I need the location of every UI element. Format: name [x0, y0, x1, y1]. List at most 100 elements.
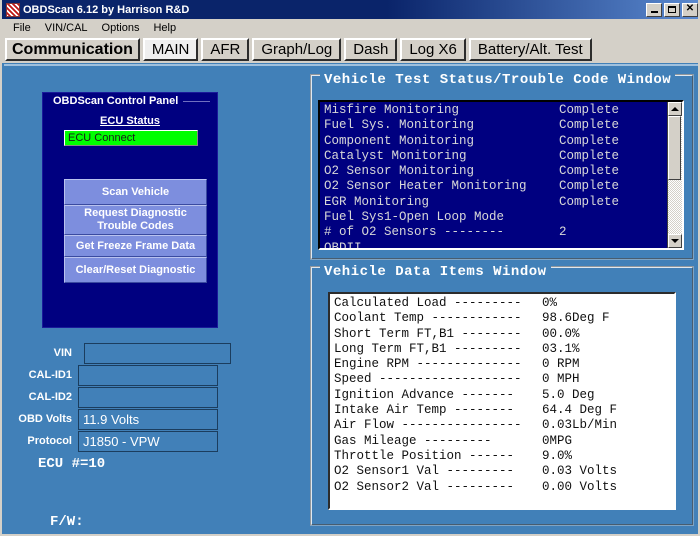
scroll-up-button[interactable]	[668, 102, 682, 116]
vehicle-data-row[interactable]: O2 Sensor2 Val ---------0.00 Volts	[334, 480, 674, 495]
vehicle-data-row[interactable]: O2 Sensor1 Val ---------0.03 Volts	[334, 464, 674, 479]
field-row-obd-volts: OBD Volts 11.9 Volts	[4, 408, 244, 430]
menu-bar: File VIN/CAL Options Help	[2, 19, 700, 36]
vehicle-data-row-value: 0.03Lb/Min	[542, 418, 617, 433]
minimize-icon	[651, 11, 658, 13]
trouble-code-row[interactable]: O2 Sensor MonitoringComplete	[324, 164, 667, 179]
vehicle-data-row-value: 0%	[542, 296, 557, 311]
trouble-code-row-value: 2	[559, 225, 567, 240]
vehicle-data-row-name: Speed -------------------	[334, 372, 542, 387]
application-window: OBDScan 6.12 by Harrison R&D ✕ File VIN/…	[0, 0, 700, 536]
cal-id2-input[interactable]	[78, 387, 218, 408]
trouble-code-row[interactable]: Fuel Sys. MonitoringComplete	[324, 118, 667, 133]
vehicle-data-row[interactable]: Calculated Load ---------0%	[334, 296, 674, 311]
obd-volts-value: 11.9 Volts	[78, 409, 218, 430]
trouble-code-row-name: # of O2 Sensors --------	[324, 225, 559, 240]
vehicle-data-row-value: 0 RPM	[542, 357, 580, 372]
tab-afr[interactable]: AFR	[201, 38, 249, 61]
vehicle-data-row-value: 5.0 Deg	[542, 388, 595, 403]
vehicle-data-row[interactable]: Gas Mileage ---------0MPG	[334, 434, 674, 449]
tab-main[interactable]: MAIN	[143, 38, 199, 61]
clear-reset-diagnostic-button[interactable]: Clear/Reset Diagnostic	[64, 257, 207, 283]
vin-input[interactable]	[84, 343, 231, 364]
menu-item-options[interactable]: Options	[95, 21, 147, 35]
vehicle-data-row[interactable]: Coolant Temp ------------98.6Deg F	[334, 311, 674, 326]
request-dtc-button[interactable]: Request Diagnostic Trouble Codes	[64, 205, 207, 235]
trouble-code-row-name: Component Monitoring	[324, 134, 559, 149]
vehicle-data-row-name: Coolant Temp ------------	[334, 311, 542, 326]
tab-dash[interactable]: Dash	[344, 38, 397, 61]
scroll-down-button[interactable]	[668, 234, 682, 248]
tab-communication[interactable]: Communication	[5, 38, 140, 61]
client-area: ECU Status ECU Connect Scan Vehicle Requ…	[4, 64, 698, 532]
vehicle-data-row-name: O2 Sensor2 Val ---------	[334, 480, 542, 495]
data-groupbox-title: Vehicle Data Items Window	[320, 264, 551, 280]
trouble-code-listbox[interactable]: Misfire MonitoringCompleteFuel Sys. Moni…	[318, 100, 684, 250]
field-row-cal-id1: CAL-ID1	[4, 364, 244, 386]
vehicle-data-row-name: Intake Air Temp --------	[334, 403, 542, 418]
trouble-code-row[interactable]: Component MonitoringComplete	[324, 134, 667, 149]
trouble-code-row-value: Complete	[559, 118, 619, 133]
vehicle-data-listbox[interactable]: Calculated Load ---------0%Coolant Temp …	[328, 292, 676, 510]
ecu-status-label: ECU Status	[43, 115, 217, 127]
ecu-status-value: ECU Connect	[68, 132, 135, 144]
field-row-protocol: Protocol J1850 - VPW	[4, 430, 244, 452]
field-row-cal-id2: CAL-ID2	[4, 386, 244, 408]
title-bar: OBDScan 6.12 by Harrison R&D ✕	[2, 0, 700, 19]
vehicle-data-row-value: 0.00 Volts	[542, 480, 617, 495]
chevron-down-icon	[671, 239, 679, 243]
obdscan-control-panel: ECU Status ECU Connect Scan Vehicle Requ…	[42, 92, 218, 328]
trouble-code-row-value: Complete	[559, 164, 619, 179]
vehicle-info-fields: VIN CAL-ID1 CAL-ID2 OBD Volts 11.9 Volts…	[4, 342, 244, 472]
close-button[interactable]: ✕	[682, 3, 698, 17]
trouble-code-row[interactable]: Misfire MonitoringComplete	[324, 103, 667, 118]
vehicle-data-row-value: 03.1%	[542, 342, 580, 357]
trouble-code-row[interactable]: OBDII	[324, 241, 667, 248]
trouble-code-row[interactable]: # of O2 Sensors --------2	[324, 225, 667, 240]
vehicle-data-row[interactable]: Engine RPM --------------0 RPM	[334, 357, 674, 372]
trouble-code-row[interactable]: O2 Sensor Heater MonitoringComplete	[324, 179, 667, 194]
status-groupbox-title: Vehicle Test Status/Trouble Code Window	[320, 72, 675, 88]
vehicle-data-row[interactable]: Throttle Position ------9.0%	[334, 449, 674, 464]
firmware-label: F/W:	[50, 514, 84, 530]
vehicle-data-row-value: 64.4 Deg F	[542, 403, 617, 418]
vehicle-data-row[interactable]: Short Term FT,B1 --------00.0%	[334, 327, 674, 342]
vehicle-data-row[interactable]: Intake Air Temp --------64.4 Deg F	[334, 403, 674, 418]
trouble-code-row[interactable]: EGR MonitoringComplete	[324, 195, 667, 210]
control-panel-legend: OBDScan Control Panel	[50, 94, 210, 108]
vehicle-data-row[interactable]: Speed -------------------0 MPH	[334, 372, 674, 387]
trouble-code-row[interactable]: Catalyst MonitoringComplete	[324, 149, 667, 164]
cal-id1-input[interactable]	[78, 365, 218, 386]
scan-vehicle-button[interactable]: Scan Vehicle	[64, 179, 207, 205]
vehicle-data-row[interactable]: Ignition Advance -------5.0 Deg	[334, 388, 674, 403]
trouble-code-row-name: O2 Sensor Monitoring	[324, 164, 559, 179]
scroll-track[interactable]	[668, 116, 682, 234]
vehicle-data-row-name: Throttle Position ------	[334, 449, 542, 464]
trouble-code-row-name: Fuel Sys1-Open Loop Mode	[324, 210, 559, 225]
vehicle-data-row[interactable]: Long Term FT,B1 ---------03.1%	[334, 342, 674, 357]
trouble-code-row-name: O2 Sensor Heater Monitoring	[324, 179, 559, 194]
trouble-code-row-name: Fuel Sys. Monitoring	[324, 118, 559, 133]
tab-log-x6[interactable]: Log X6	[400, 38, 466, 61]
get-freeze-frame-data-button[interactable]: Get Freeze Frame Data	[64, 235, 207, 257]
menu-item-vincal[interactable]: VIN/CAL	[38, 21, 95, 35]
vehicle-data-row[interactable]: Air Flow ----------------0.03Lb/Min	[334, 418, 674, 433]
trouble-code-scrollbar[interactable]	[667, 102, 682, 248]
menu-item-file[interactable]: File	[6, 21, 38, 35]
close-icon: ✕	[686, 4, 694, 14]
vehicle-data-row-value: 0 MPH	[542, 372, 580, 387]
vehicle-data-row-name: Engine RPM --------------	[334, 357, 542, 372]
trouble-code-row[interactable]: Fuel Sys1-Open Loop Mode	[324, 210, 667, 225]
field-row-vin: VIN	[4, 342, 244, 364]
trouble-code-row-value: Complete	[559, 195, 619, 210]
tab-graph-log[interactable]: Graph/Log	[252, 38, 341, 61]
control-panel-buttons: Scan Vehicle Request Diagnostic Trouble …	[64, 179, 207, 283]
scroll-thumb[interactable]	[668, 116, 681, 180]
tab-battery-alt-test[interactable]: Battery/Alt. Test	[469, 38, 592, 61]
menu-item-help[interactable]: Help	[146, 21, 183, 35]
cal-id1-label: CAL-ID1	[4, 369, 78, 381]
minimize-button[interactable]	[646, 3, 662, 17]
vehicle-data-row-value: 9.0%	[542, 449, 572, 464]
maximize-button[interactable]	[664, 3, 680, 17]
trouble-code-row-name: EGR Monitoring	[324, 195, 559, 210]
